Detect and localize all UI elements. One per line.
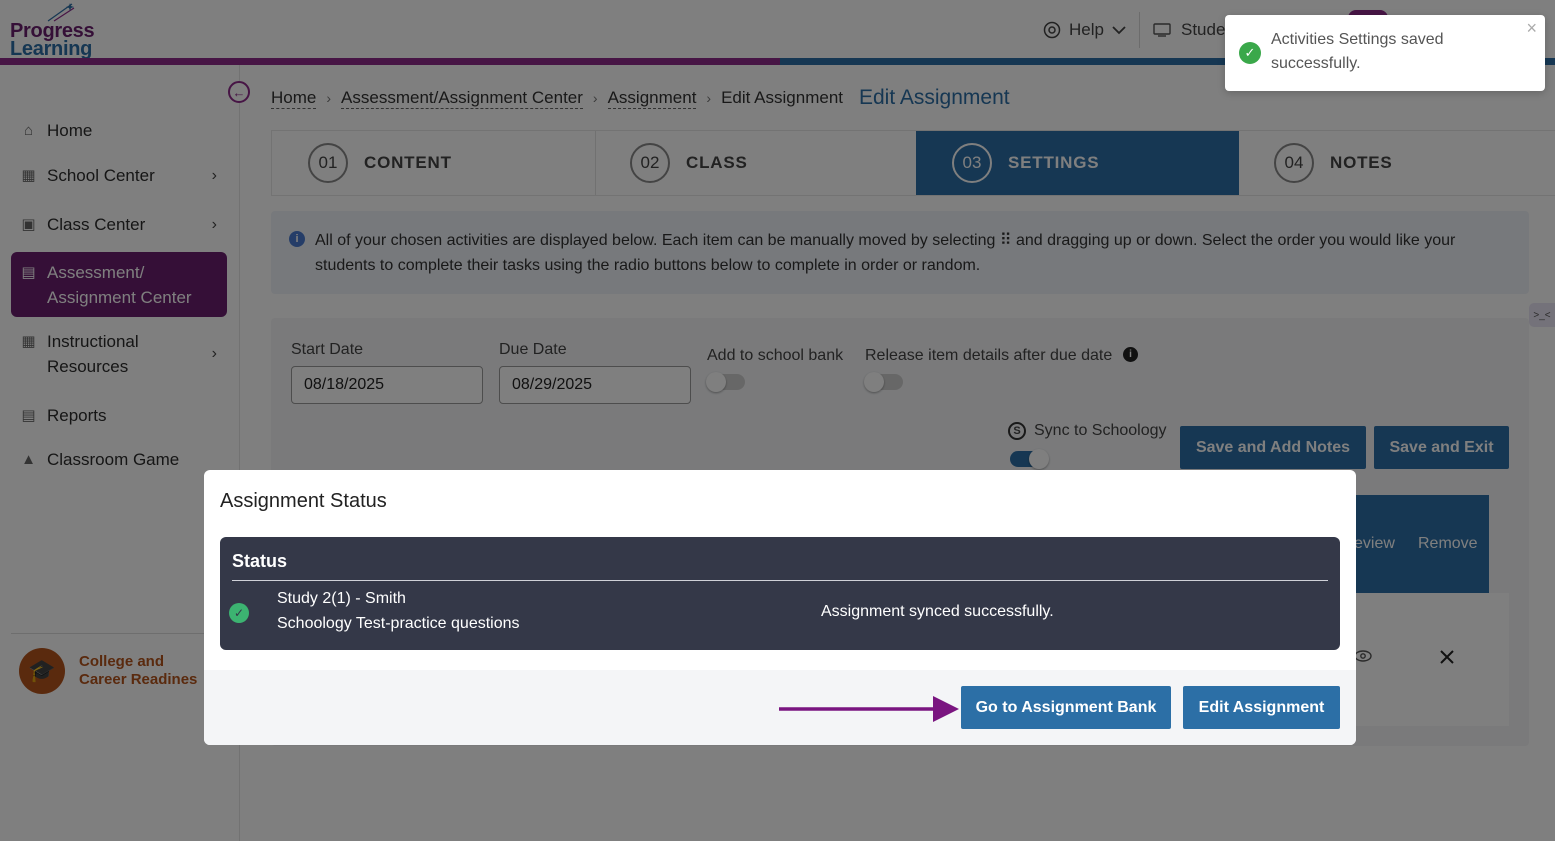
go-to-assignment-bank-button[interactable]: Go to Assignment Bank <box>961 686 1171 729</box>
modal-title: Assignment Status <box>220 490 387 512</box>
assignment-status-modal: Assignment Status Status ✓ Study 2(1) - … <box>204 470 1356 745</box>
sync-result: Assignment synced successfully. <box>821 603 1054 620</box>
success-toast: ✓ Activities Settings saved successfully… <box>1225 15 1545 91</box>
status-divider <box>232 580 1328 581</box>
arrow-pointer-icon <box>779 696 959 722</box>
class-name: Study 2(1) - Smith <box>277 590 406 607</box>
status-header: Status <box>232 551 288 571</box>
status-table: Status ✓ Study 2(1) - Smith Schoology Te… <box>220 537 1340 650</box>
check-circle-icon: ✓ <box>229 603 249 623</box>
toast-message: Activities Settings saved successfully. <box>1271 31 1444 72</box>
close-icon[interactable]: × <box>1526 18 1537 39</box>
check-circle-icon: ✓ <box>1239 42 1261 64</box>
edit-assignment-button[interactable]: Edit Assignment <box>1183 686 1340 729</box>
assignment-name: Schoology Test-practice questions <box>277 615 520 632</box>
